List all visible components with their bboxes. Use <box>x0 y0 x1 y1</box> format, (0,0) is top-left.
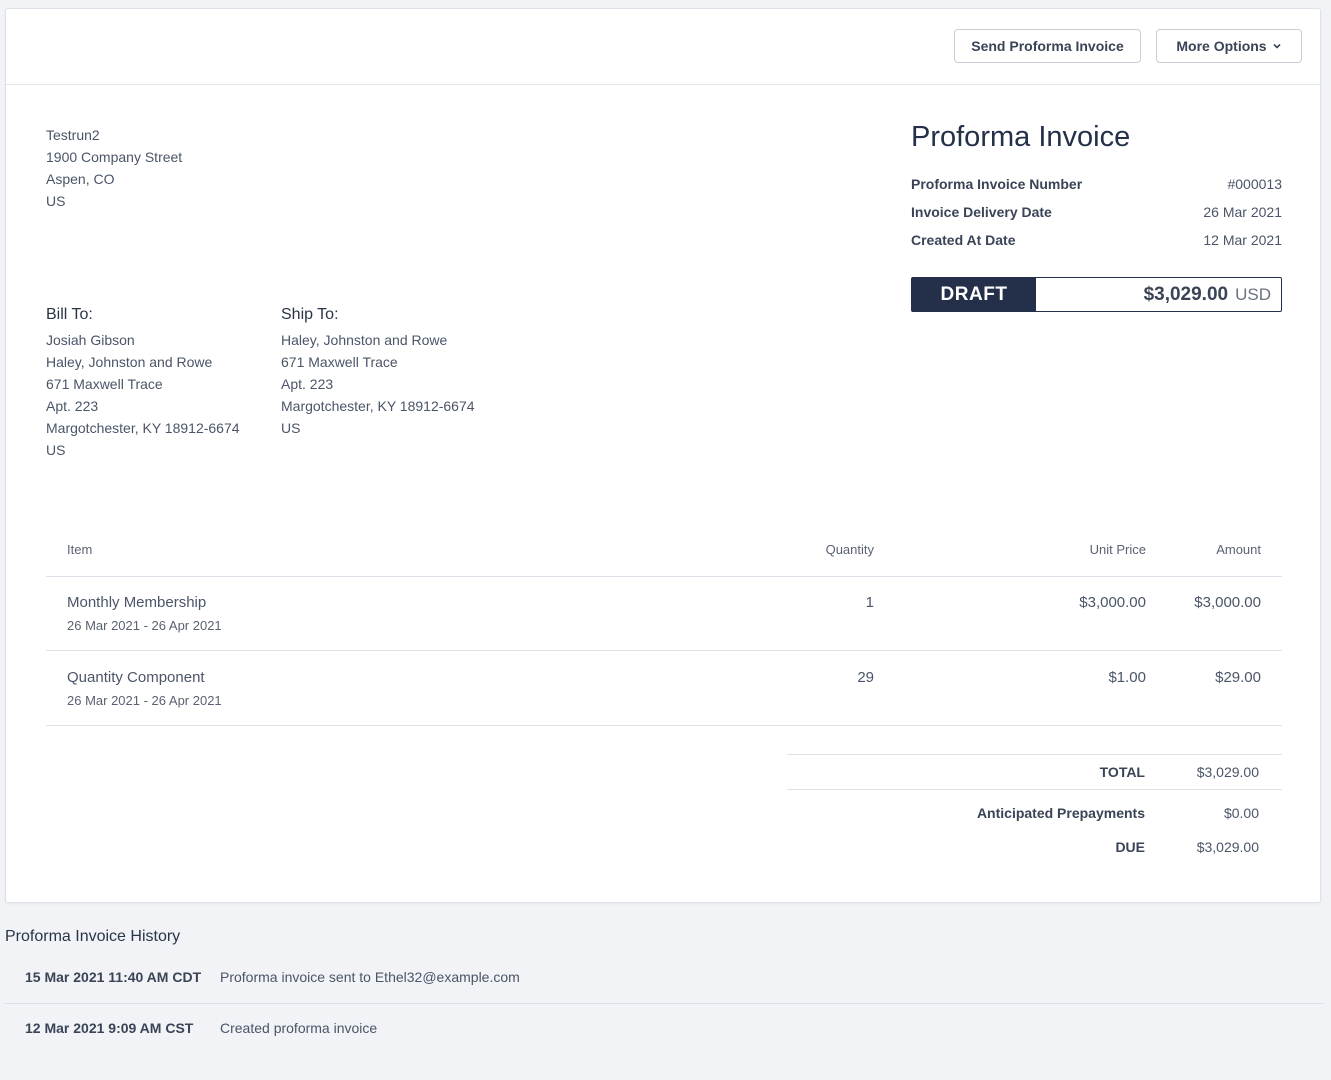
more-options-label: More Options <box>1176 38 1267 54</box>
col-unit-price-header: Unit Price <box>1089 542 1146 557</box>
item-period: 26 Mar 2021 - 26 Apr 2021 <box>67 618 222 633</box>
invoice-currency: USD <box>1235 284 1271 304</box>
invoice-number-row: Proforma Invoice Number #000013 <box>911 176 1282 196</box>
item-unit-price: $3,000.00 <box>1079 594 1146 611</box>
total-label: TOTAL <box>1099 764 1145 780</box>
seller-address: Testrun2 1900 Company Street Aspen, CO U… <box>46 124 182 212</box>
prepayments-label: Anticipated Prepayments <box>976 805 1145 821</box>
history-timestamp: 12 Mar 2021 9:09 AM CST <box>25 1020 194 1036</box>
item-amount: $29.00 <box>1215 669 1261 686</box>
seller-line: Aspen, CO <box>46 171 115 187</box>
item-quantity: 1 <box>865 594 874 611</box>
bill-to-heading: Bill To: <box>46 306 93 323</box>
meta-value: 12 Mar 2021 <box>1203 232 1282 248</box>
seller-line: US <box>46 193 66 209</box>
invoice-amount: $3,029.00 <box>1143 283 1229 305</box>
col-amount-header: Amount <box>1216 542 1261 557</box>
bill-to-line: Apt. 223 <box>46 398 99 414</box>
history-timestamp: 15 Mar 2021 11:40 AM CDT <box>25 969 202 985</box>
table-row: Monthly Membership 26 Mar 2021 - 26 Apr … <box>46 576 1282 651</box>
item-unit-price: $1.00 <box>1108 669 1146 686</box>
history-entry: 15 Mar 2021 11:40 AM CDT Proforma invoic… <box>5 953 1323 1004</box>
status-badge: DRAFT <box>912 278 1036 311</box>
item-name: Quantity Component <box>67 669 205 686</box>
ship-to-heading: Ship To: <box>281 306 339 323</box>
ship-to-address: Ship To: Haley, Johnston and Rowe 671 Ma… <box>281 304 475 439</box>
ship-to-line: Apt. 223 <box>281 376 334 392</box>
totals-divider <box>787 789 1282 790</box>
item-period: 26 Mar 2021 - 26 Apr 2021 <box>67 693 222 708</box>
bill-to-line: Haley, Johnston and Rowe <box>46 354 213 370</box>
line-items-header: Item Quantity Unit Price Amount <box>46 542 1282 577</box>
history-message: Created proforma invoice <box>220 1020 378 1036</box>
created-date-row: Created At Date 12 Mar 2021 <box>911 232 1282 252</box>
invoice-card: Send Proforma Invoice More Options Testr… <box>5 8 1321 903</box>
seller-line: Testrun2 <box>46 127 100 143</box>
meta-value: 26 Mar 2021 <box>1203 204 1282 220</box>
ship-to-line: 671 Maxwell Trace <box>281 354 398 370</box>
send-button-label: Send Proforma Invoice <box>971 38 1124 54</box>
meta-label: Proforma Invoice Number <box>911 176 1083 192</box>
history-entry: 12 Mar 2021 9:09 AM CST Created proforma… <box>5 1004 1323 1054</box>
col-item-header: Item <box>67 542 93 557</box>
bill-to-line: Margotchester, KY 18912-6674 <box>46 420 240 436</box>
col-quantity-header: Quantity <box>825 542 874 557</box>
totals-divider <box>787 754 1282 755</box>
meta-value: #000013 <box>1227 176 1282 192</box>
total-value: $3,029.00 <box>1196 764 1259 780</box>
delivery-date-row: Invoice Delivery Date 26 Mar 2021 <box>911 204 1282 224</box>
send-proforma-invoice-button[interactable]: Send Proforma Invoice <box>954 29 1141 63</box>
prepayments-value: $0.00 <box>1223 805 1259 821</box>
due-label: DUE <box>1115 839 1145 855</box>
meta-label: Invoice Delivery Date <box>911 204 1052 220</box>
item-quantity: 29 <box>857 669 874 686</box>
bill-to-line: US <box>46 442 66 458</box>
meta-label: Created At Date <box>911 232 1016 248</box>
seller-line: 1900 Company Street <box>46 149 183 165</box>
invoice-status-summary: DRAFT $3,029.00 USD <box>911 277 1282 312</box>
history-message: Proforma invoice sent to Ethel32@example… <box>220 969 520 985</box>
ship-to-line: US <box>281 420 301 436</box>
bill-to-line: 671 Maxwell Trace <box>46 376 163 392</box>
status-amount: $3,029.00 USD <box>1036 278 1281 311</box>
bill-to-line: Josiah Gibson <box>46 332 135 348</box>
item-amount: $3,000.00 <box>1194 594 1261 611</box>
ship-to-line: Margotchester, KY 18912-6674 <box>281 398 475 414</box>
invoice-toolbar: Send Proforma Invoice More Options <box>6 9 1320 85</box>
history-title: Proforma Invoice History <box>5 928 181 945</box>
ship-to-line: Haley, Johnston and Rowe <box>281 332 448 348</box>
bill-to-address: Bill To: Josiah Gibson Haley, Johnston a… <box>46 304 240 461</box>
item-name: Monthly Membership <box>67 594 207 611</box>
due-value: $3,029.00 <box>1196 839 1259 855</box>
more-options-button[interactable]: More Options <box>1156 29 1302 63</box>
chevron-down-icon <box>1273 43 1281 49</box>
invoice-title: Proforma Invoice <box>911 121 1131 153</box>
table-row: Quantity Component 26 Mar 2021 - 26 Apr … <box>46 651 1282 726</box>
